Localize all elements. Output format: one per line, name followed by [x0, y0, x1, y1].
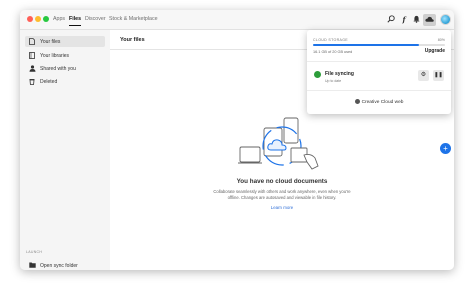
sidebar-item-label: Shared with you: [40, 66, 76, 72]
cloud-icon[interactable]: [423, 14, 436, 26]
shared-icon: [29, 65, 36, 72]
upgrade-button[interactable]: Upgrade: [425, 48, 445, 54]
nav-stock-marketplace[interactable]: Stock & Marketplace: [109, 16, 158, 22]
nav-files[interactable]: Files: [69, 16, 82, 26]
creative-cloud-web-label: Creative Cloud web: [361, 100, 404, 105]
cloud-storage-popover: CLOUD STORAGE 80% 16.1 GB of 20 GB used …: [307, 30, 451, 114]
avatar[interactable]: [440, 14, 451, 25]
sync-status: Up to date: [325, 79, 342, 83]
cloud-documents-illustration: [238, 114, 328, 174]
sidebar-item-deleted[interactable]: Deleted: [25, 76, 105, 87]
empty-state-title: You have no cloud documents: [236, 178, 328, 185]
add-button[interactable]: +: [440, 143, 451, 154]
sidebar: Your files Your libraries Shared with yo…: [20, 30, 108, 270]
search-icon[interactable]: [386, 15, 395, 25]
pause-icon[interactable]: ❚❚: [433, 70, 444, 81]
divider: [307, 61, 451, 62]
nav-discover[interactable]: Discover: [85, 16, 106, 22]
launch-section-label: LAUNCH: [26, 250, 43, 254]
sidebar-item-shared-with-you[interactable]: Shared with you: [25, 63, 105, 74]
storage-percent: 80%: [437, 38, 445, 42]
title-bar: Apps Files Discover Stock & Marketplace …: [20, 10, 454, 30]
open-sync-folder-label: Open sync folder: [40, 263, 78, 269]
sidebar-item-your-libraries[interactable]: Your libraries: [25, 50, 105, 61]
storage-used-text: 16.1 GB of 20 GB used: [313, 50, 353, 54]
cloud-storage-label: CLOUD STORAGE: [313, 38, 348, 42]
empty-state-description: Collaborate seamlessly with others and w…: [213, 189, 351, 200]
learn-more-link[interactable]: Learn more: [110, 205, 454, 210]
sidebar-item-label: Your files: [40, 39, 61, 45]
zoom-window-button[interactable]: [43, 16, 49, 22]
file-syncing-title: File syncing: [325, 71, 354, 77]
bell-icon[interactable]: [412, 15, 420, 25]
sidebar-item-your-files[interactable]: Your files: [25, 36, 105, 47]
checkmark-icon: [314, 71, 321, 83]
creative-cloud-web-link[interactable]: Creative Cloud web: [307, 99, 451, 105]
app-window: Apps Files Discover Stock & Marketplace …: [20, 10, 454, 270]
folder-icon: [29, 262, 36, 270]
page-title: Your files: [120, 37, 145, 43]
trash-icon: [29, 78, 35, 85]
file-icon: [29, 38, 35, 45]
open-sync-folder-button[interactable]: Open sync folder: [25, 260, 105, 270]
minimize-window-button[interactable]: [35, 16, 41, 22]
sidebar-item-label: Deleted: [40, 79, 58, 85]
sidebar-item-label: Your libraries: [40, 53, 69, 59]
storage-progress-bar: [313, 44, 445, 46]
gear-icon[interactable]: ⚙: [418, 70, 429, 81]
close-window-button[interactable]: [27, 16, 33, 22]
fonts-icon[interactable]: f: [400, 15, 408, 25]
storage-progress-fill: [313, 44, 419, 46]
library-icon: [29, 52, 35, 59]
globe-icon: [354, 99, 360, 104]
nav-apps[interactable]: Apps: [53, 16, 65, 22]
divider: [307, 90, 451, 91]
